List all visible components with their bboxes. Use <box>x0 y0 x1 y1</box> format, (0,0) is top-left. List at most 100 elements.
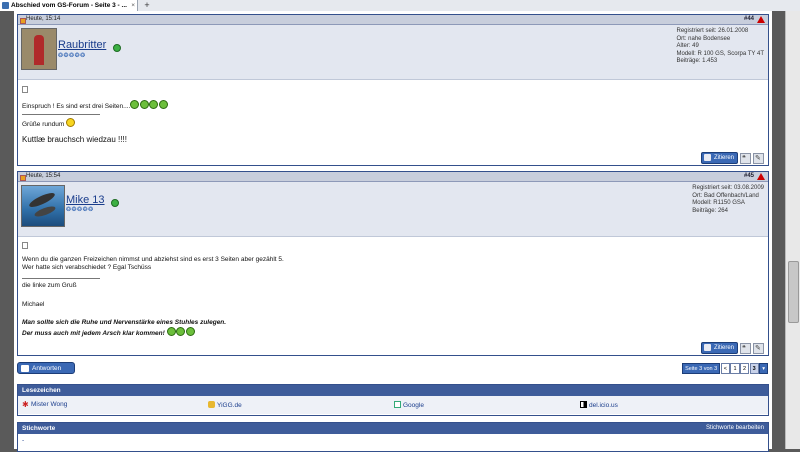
signature-line: Grüße rundum <box>22 121 65 128</box>
edit-icon[interactable]: ✎ <box>753 342 764 354</box>
post-date: Heute, 15:14 <box>26 16 61 22</box>
post-status-icon <box>20 18 26 24</box>
bookmark-label: del.icio.us <box>589 402 618 409</box>
edit-icon[interactable]: ✎ <box>753 152 764 164</box>
tab-title: Abschied vom GS-Forum - Seite 3 - ... <box>11 2 127 9</box>
bookmark-label: YiGG.de <box>217 402 242 409</box>
signature-line: Man sollte sich die Ruhe und Nervenstärk… <box>22 319 227 326</box>
post-45: Heute, 15:54 #45 Mike 13 ❂❂❂❂❂ Registrie… <box>17 171 769 356</box>
page-label: Seite 3 von 3 <box>682 363 721 374</box>
bookmark-label: Mister Wong <box>31 401 68 408</box>
post-number-link[interactable]: #45 <box>744 172 754 181</box>
reply-button[interactable]: Antworten <box>17 362 75 374</box>
post-status-icon <box>20 175 26 181</box>
smiley-icon <box>66 118 76 127</box>
username-link[interactable]: Mike 13 <box>66 194 105 206</box>
signature-line: Michael <box>22 301 45 308</box>
bookmarks-box: Lesezeichen ✱ Mister Wong YiGG.de Google … <box>17 384 769 416</box>
user-details: Registriert seit: 03.08.2009 Ort: Bad Of… <box>692 185 764 215</box>
online-status-icon <box>111 199 119 207</box>
favicon-icon <box>2 2 9 9</box>
tags-value: - <box>22 437 25 444</box>
signature: Grüße rundum <box>22 118 76 129</box>
user-details: Registriert seit: 26.01.2008 Ort: nahe B… <box>677 28 765 66</box>
username-link[interactable]: Raubritter <box>58 39 106 51</box>
bookmarks-title: Lesezeichen <box>18 385 768 396</box>
scrollbar-thumb[interactable] <box>788 261 799 323</box>
signature-divider <box>22 278 100 279</box>
message-line: Wenn du die ganzen Freizeichen nimmst un… <box>22 256 284 263</box>
page: Heute, 15:14 #44 Raubritter ❂❂❂❂❂ Regist… <box>0 11 786 452</box>
message-line: Wer hatte sich verabschiedet ? Egal Tsch… <box>22 264 152 271</box>
vertical-scrollbar[interactable] <box>785 11 800 449</box>
multi-quote-icon[interactable]: ❝ <box>740 342 751 354</box>
online-status-icon <box>113 44 121 52</box>
info-posts: Beiträge: 1.453 <box>676 58 718 65</box>
user-info-bar: Raubritter ❂❂❂❂❂ Registriert seit: 26.01… <box>18 25 768 80</box>
close-icon[interactable]: × <box>131 0 135 11</box>
bookmark-label: Google <box>403 402 424 409</box>
signature-line: Der muss auch mit jedem Arsch klar komme… <box>22 330 165 337</box>
tags-box: Stichworte Stichworte bearbeiten - <box>17 422 769 452</box>
user-info-bar: Mike 13 ❂❂❂❂❂ Registriert seit: 03.08.20… <box>18 182 768 237</box>
bookmark-google[interactable]: Google <box>394 401 424 410</box>
info-registered: Registriert seit: 26.01.2008 <box>676 28 749 34</box>
signature-quote: Man sollte sich die Ruhe und Nervenstärk… <box>22 319 226 338</box>
post-message: Wenn du die ganzen Freizeichen nimmst un… <box>22 256 284 272</box>
info-age: Alter: 49 <box>676 43 699 50</box>
avatar[interactable] <box>21 28 57 70</box>
bookmark-mister-wong[interactable]: ✱ Mister Wong <box>22 401 67 409</box>
new-tab-button[interactable]: + <box>142 0 152 11</box>
info-location: Ort: Bad Offenbach/Land <box>692 192 759 199</box>
delicious-icon <box>580 401 587 408</box>
browser-tab[interactable]: Abschied vom GS-Forum - Seite 3 - ... × <box>0 0 138 11</box>
post-header: Heute, 15:54 #45 <box>18 172 768 182</box>
info-model: Modell: R1150 GSA <box>692 200 745 207</box>
signature-line-2: Kuttlæ brauchsch wiedzau !!!! <box>22 135 127 144</box>
smiley-icon <box>139 100 149 109</box>
smiley-icon <box>149 100 159 109</box>
multi-quote-icon[interactable]: ❝ <box>740 152 751 164</box>
avatar[interactable] <box>21 185 65 227</box>
google-icon <box>394 401 401 408</box>
post-date: Heute, 15:54 <box>26 173 61 179</box>
tags-header: Stichworte Stichworte bearbeiten <box>18 423 768 434</box>
report-warning-icon[interactable] <box>757 173 765 180</box>
signature-line: die linke zum Gruß <box>22 282 77 289</box>
page-navigation: Seite 3 von 3 < 1 2 3 ▾ <box>682 363 768 374</box>
post-icon <box>22 242 28 249</box>
post-44: Heute, 15:14 #44 Raubritter ❂❂❂❂❂ Regist… <box>17 14 769 166</box>
bookmark-delicious[interactable]: del.icio.us <box>580 401 618 410</box>
smiley-icon <box>185 327 195 336</box>
page-link-1[interactable]: 1 <box>730 363 740 374</box>
forum-content: Heute, 15:14 #44 Raubritter ❂❂❂❂❂ Regist… <box>14 11 772 452</box>
info-posts: Beiträge: 264 <box>692 207 728 214</box>
tags-title: Stichworte <box>22 425 56 432</box>
post-actions: Zitieren ❝ ✎ <box>700 342 764 354</box>
rank-stars-icon: ❂❂❂❂❂ <box>66 207 94 213</box>
info-registered: Registriert seit: 03.08.2009 <box>692 185 764 191</box>
rank-stars-icon: ❂❂❂❂❂ <box>58 53 86 59</box>
quote-button[interactable]: Zitieren <box>700 342 738 354</box>
smiley-icon <box>158 100 168 109</box>
edit-tags-link[interactable]: Stichworte bearbeiten <box>706 423 764 434</box>
post-icon <box>22 86 28 93</box>
smiley-icon <box>130 100 140 109</box>
bookmark-yigg[interactable]: YiGG.de <box>208 401 242 410</box>
post-header: Heute, 15:14 #44 <box>18 15 768 25</box>
post-actions: Zitieren ❝ ✎ <box>700 152 764 164</box>
smiley-icon <box>176 327 186 336</box>
mister-wong-icon: ✱ <box>22 400 29 409</box>
prev-page-button[interactable]: < <box>720 363 730 374</box>
page-jump-dropdown-icon[interactable]: ▾ <box>759 363 768 374</box>
message-line: Einspruch ! Es sind erst drei Seiten.... <box>22 103 131 110</box>
quote-button[interactable]: Zitieren <box>700 152 738 164</box>
page-current-3: 3 <box>749 363 759 374</box>
info-location: Ort: nahe Bodensee <box>676 35 731 42</box>
post-number-link[interactable]: #44 <box>744 15 754 24</box>
yigg-icon <box>208 401 215 408</box>
page-link-2[interactable]: 2 <box>740 363 750 374</box>
bookmarks-row: ✱ Mister Wong YiGG.de Google del.icio.us <box>18 396 768 414</box>
signature-divider <box>22 114 100 115</box>
report-warning-icon[interactable] <box>757 16 765 23</box>
